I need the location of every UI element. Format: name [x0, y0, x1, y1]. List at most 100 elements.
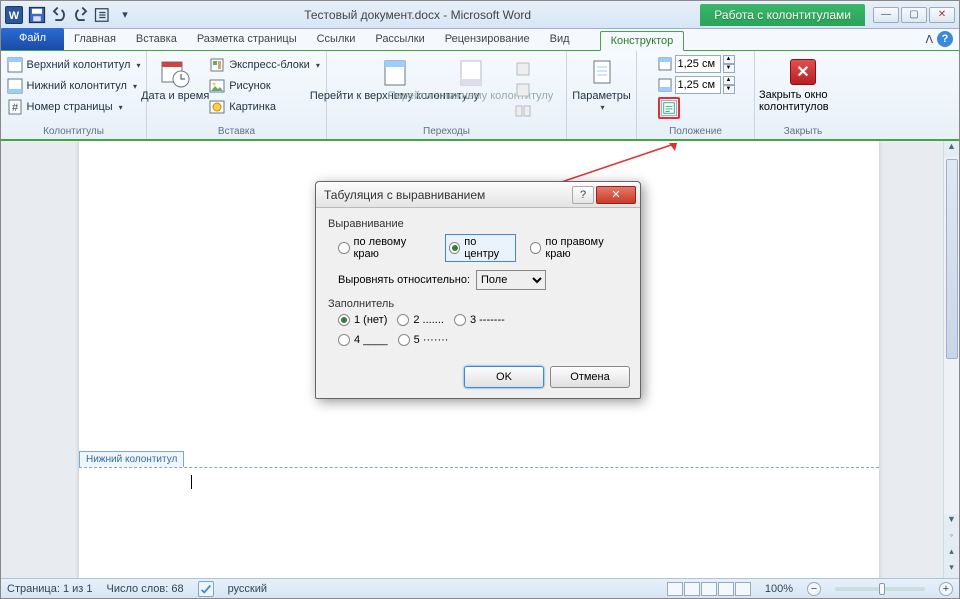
picture-button[interactable]: Рисунок [205, 76, 324, 96]
leader-1-radio[interactable]: 1 (нет) [338, 314, 387, 326]
tab-home[interactable]: Главная [64, 30, 126, 50]
tab-insert[interactable]: Вставка [126, 30, 187, 50]
scroll-up-icon[interactable]: ▲ [944, 141, 959, 157]
footer-from-bottom[interactable]: ▲▼ [657, 76, 735, 94]
redo-icon[interactable] [71, 5, 91, 25]
group-label-position: Положение [643, 125, 748, 139]
status-page[interactable]: Страница: 1 из 1 [7, 583, 93, 595]
next-page-icon[interactable]: ▾ [944, 562, 959, 578]
bottom-margin-icon [657, 77, 673, 93]
leader-5-radio[interactable]: 5 ······· [398, 334, 449, 346]
spin-down-icon[interactable]: ▼ [723, 64, 735, 73]
group-label-insert: Вставка [153, 125, 320, 139]
browse-object-icon[interactable]: ◦ [944, 530, 959, 546]
align-center-radio[interactable]: по центру [445, 234, 516, 262]
contextual-tab-label: Работа с колонтитулами [700, 4, 865, 26]
header-button[interactable]: Верхний колонтитул▾ [3, 55, 145, 75]
datetime-icon [159, 57, 191, 89]
group-label-close: Закрыть [761, 125, 845, 139]
zoom-handle[interactable] [879, 583, 885, 595]
tab-review[interactable]: Рецензирование [435, 30, 540, 50]
group-label-options [573, 125, 630, 139]
dialog-close-icon[interactable]: ✕ [596, 186, 636, 204]
clipart-button[interactable]: Картинка [205, 97, 324, 117]
close-header-footer-button[interactable]: ✕ Закрыть окно колонтитулов [759, 55, 847, 113]
dialog-help-icon[interactable]: ? [572, 186, 594, 204]
zoom-out-button[interactable]: − [807, 582, 821, 596]
proofing-icon[interactable] [198, 581, 214, 597]
tab-view[interactable]: Вид [540, 30, 580, 50]
picture-icon [209, 78, 225, 94]
cancel-button[interactable]: Отмена [550, 366, 630, 388]
goto-header-icon [379, 57, 411, 89]
align-left-radio[interactable]: по левому краю [338, 234, 431, 262]
view-web-icon[interactable] [701, 582, 717, 596]
prev-icon [515, 61, 531, 77]
spin-up-icon[interactable]: ▲ [723, 55, 735, 64]
close-hf-icon: ✕ [790, 59, 816, 85]
leader-2-radio[interactable]: 2 ....... [397, 314, 444, 326]
link-prev-button [511, 101, 535, 121]
relative-to-select[interactable]: Поле [476, 270, 546, 290]
qat-button[interactable] [93, 5, 113, 25]
zoom-level[interactable]: 100% [765, 583, 793, 595]
tab-mailings[interactable]: Рассылки [365, 30, 434, 50]
options-button[interactable]: Параметры▾ [570, 55, 634, 114]
header-from-top[interactable]: ▲▼ [657, 55, 735, 73]
close-button[interactable]: ✕ [929, 7, 955, 23]
file-tab[interactable]: Файл [1, 28, 64, 50]
ok-button[interactable]: OK [464, 366, 544, 388]
window-title: Тестовый документ.docx - Microsoft Word [135, 8, 700, 22]
title-bar: W ▾ Тестовый документ.docx - Microsoft W… [1, 1, 959, 29]
text-cursor [191, 475, 192, 489]
footer-bottom-input[interactable] [675, 76, 721, 94]
relative-to-label: Выровнять относительно: [338, 274, 470, 286]
next-icon [515, 82, 531, 98]
view-fullscreen-icon[interactable] [684, 582, 700, 596]
view-print-icon[interactable] [667, 582, 683, 596]
zoom-slider[interactable] [835, 587, 925, 591]
svg-text:#: # [12, 102, 19, 114]
minimize-button[interactable]: — [873, 7, 899, 23]
insert-alignment-tab-button[interactable] [658, 97, 680, 119]
ribbon-tabstrip: Файл Главная Вставка Разметка страницы С… [1, 29, 959, 51]
spin-up-icon[interactable]: ▲ [723, 76, 735, 85]
tab-references[interactable]: Ссылки [307, 30, 366, 50]
view-outline-icon[interactable] [718, 582, 734, 596]
tab-design[interactable]: Конструктор [600, 31, 685, 51]
datetime-button[interactable]: Дата и время [149, 55, 201, 104]
view-draft-icon[interactable] [735, 582, 751, 596]
goto-footer-button: Перейти к нижнему колонтитулу [435, 55, 507, 104]
undo-icon[interactable] [49, 5, 69, 25]
group-label-nav: Переходы [333, 125, 560, 139]
header-top-input[interactable] [675, 55, 721, 73]
minimize-ribbon-icon[interactable]: ᐱ [925, 33, 933, 46]
scroll-thumb[interactable] [946, 159, 958, 359]
page-number-button[interactable]: #Номер страницы▾ [3, 97, 145, 117]
leader-3-radio[interactable]: 3 ------- [454, 314, 505, 326]
leader-4-radio[interactable]: 4 ____ [338, 334, 388, 346]
footer-section-tab: Нижний колонтитул [79, 451, 184, 467]
maximize-button[interactable]: ▢ [901, 7, 927, 23]
footer-boundary [79, 467, 879, 468]
prev-page-icon[interactable]: ▴ [944, 546, 959, 562]
align-right-radio[interactable]: по правому краю [530, 234, 628, 262]
help-icon[interactable]: ? [937, 31, 953, 47]
quickparts-icon [209, 57, 225, 73]
pagenum-icon: # [7, 99, 23, 115]
goto-footer-icon [455, 57, 487, 89]
tab-layout[interactable]: Разметка страницы [187, 30, 307, 50]
status-language[interactable]: русский [228, 583, 267, 595]
footer-button[interactable]: Нижний колонтитул▾ [3, 76, 145, 96]
status-words[interactable]: Число слов: 68 [107, 583, 184, 595]
nav-prev-button [511, 59, 535, 79]
options-icon [586, 57, 618, 89]
quickparts-button[interactable]: Экспресс-блоки▾ [205, 55, 324, 75]
scroll-down-icon[interactable]: ▼ [944, 514, 959, 530]
dialog-titlebar[interactable]: Табуляция с выравниванием ? ✕ [316, 182, 640, 208]
zoom-in-button[interactable]: + [939, 582, 953, 596]
vertical-scrollbar[interactable]: ▲ ▼ ◦ ▴ ▾ [943, 141, 959, 578]
spin-down-icon[interactable]: ▼ [723, 85, 735, 94]
save-icon[interactable] [27, 5, 47, 25]
qat-customize-icon[interactable]: ▾ [115, 5, 135, 25]
